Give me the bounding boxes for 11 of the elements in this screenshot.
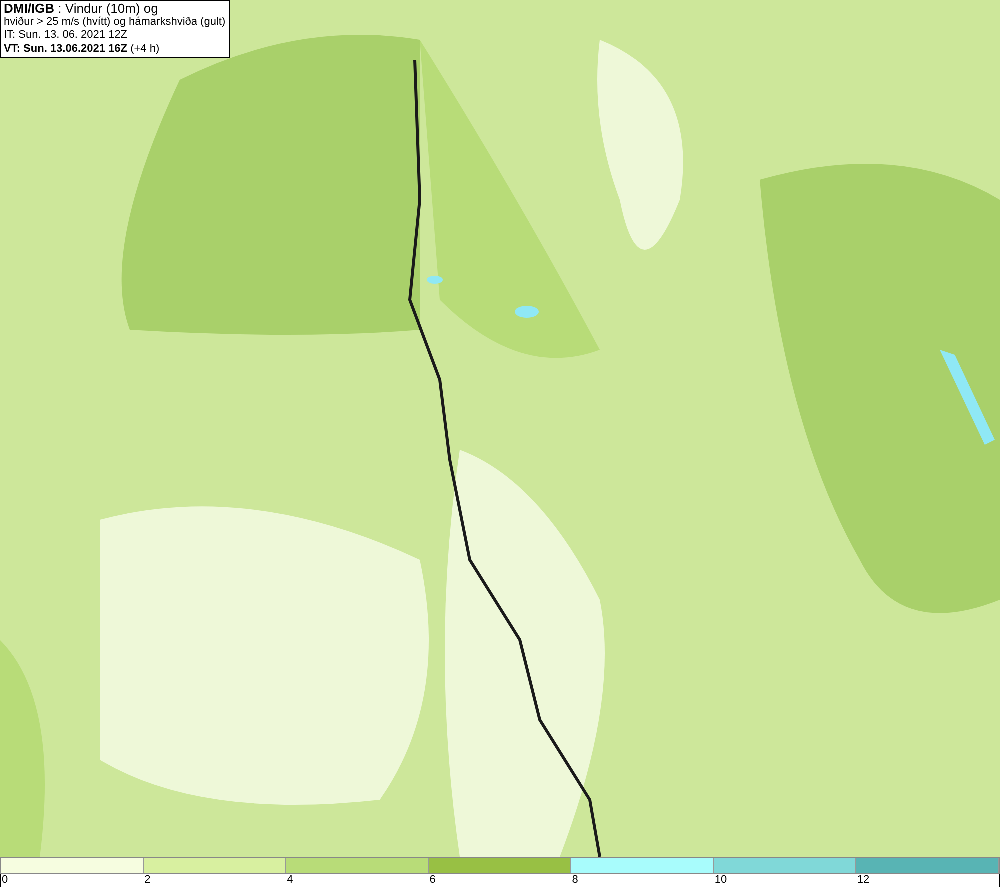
legend-tick-label: 8 (571, 874, 578, 887)
legend-tick-label: 10 (714, 874, 728, 887)
legend-tick-label: 2 (144, 874, 151, 887)
legend-tick-label: 0 (1, 874, 8, 887)
legend-tick-label: 6 (428, 874, 436, 887)
caption-line: IT: Sun. 13. 06. 2021 12Z (4, 29, 129, 42)
legend-tick-label: 4 (286, 874, 294, 887)
caption-line: VT: Sun. 13.06.2021 16Z (+4 h) (4, 42, 161, 56)
legend-tick-label: 12 (856, 874, 870, 887)
caption-line: hviður > 25 m/s (hvítt) og hámarkshviða (gult) (4, 16, 226, 29)
caption-line: DMI/IGB : Vindur (10m) og (4, 2, 160, 16)
